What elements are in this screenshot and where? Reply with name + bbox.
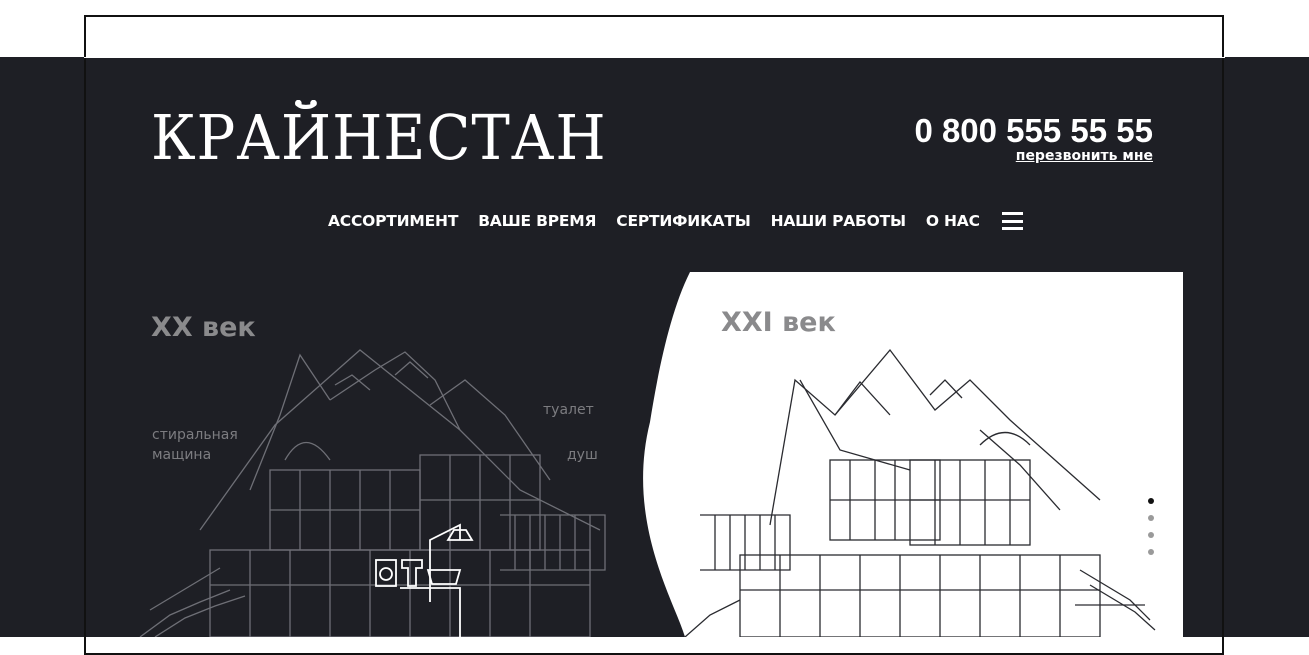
callback-link[interactable]: перезвонить мне bbox=[1016, 148, 1153, 164]
nav-item-our-works[interactable]: НАШИ РАБОТЫ bbox=[771, 212, 906, 230]
nav-item-about[interactable]: О НАС bbox=[926, 212, 980, 230]
hamburger-icon[interactable] bbox=[1001, 212, 1023, 230]
phone-number[interactable]: 0 800 555 55 55 bbox=[914, 113, 1153, 149]
slider-dot-3[interactable] bbox=[1148, 532, 1154, 538]
frame-top-divider bbox=[84, 57, 1225, 58]
slider-dot-4[interactable] bbox=[1148, 549, 1154, 555]
nav-item-assortment[interactable]: АССОРТИМЕНТ bbox=[328, 212, 458, 230]
house-sketch-modern-illustration bbox=[684, 348, 1156, 637]
left-section-title: XX век bbox=[151, 312, 256, 343]
nav-item-your-time[interactable]: ВАШЕ ВРЕМЯ bbox=[478, 212, 596, 230]
slider-pagination bbox=[1148, 498, 1154, 555]
right-section-title: XXI век bbox=[721, 307, 836, 338]
top-white-strip bbox=[0, 0, 1309, 57]
site-logo[interactable]: КРАЙНЕСТАН bbox=[151, 101, 607, 175]
nav-item-certificates[interactable]: СЕРТИФИКАТЫ bbox=[616, 212, 751, 230]
slider-dot-2[interactable] bbox=[1148, 515, 1154, 521]
house-sketch-old-illustration bbox=[139, 349, 606, 637]
main-nav: АССОРТИМЕНТ ВАШЕ ВРЕМЯ СЕРТИФИКАТЫ НАШИ … bbox=[328, 210, 1023, 232]
slider-dot-1[interactable] bbox=[1148, 498, 1154, 504]
